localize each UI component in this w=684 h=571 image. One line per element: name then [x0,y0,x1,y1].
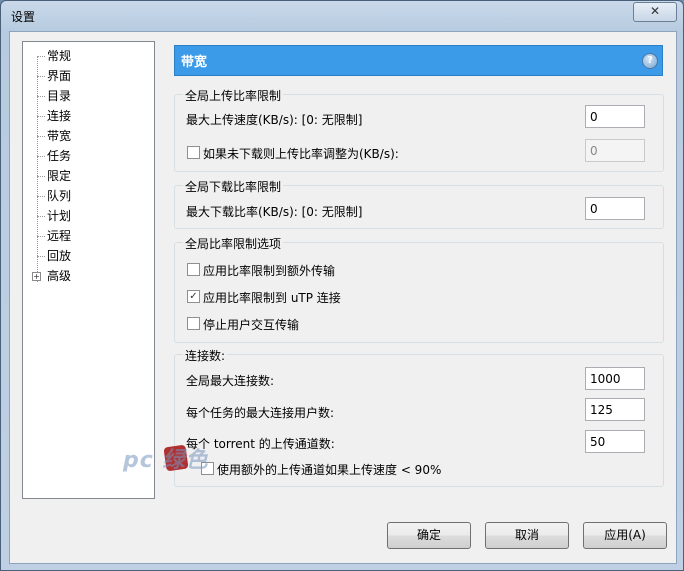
window-title: 设置 [11,10,36,24]
tree-item-playback[interactable]: 回放 [47,249,71,263]
tree-item-queue[interactable]: 队列 [47,189,71,203]
expand-icon[interactable]: + [32,272,41,281]
tree-branch [37,196,45,197]
tree-item-ui[interactable]: 界面 [47,69,71,83]
tree-branch [37,216,45,217]
tree-branch [37,256,45,257]
dialog-client: 常规 界面 目录 连接 带宽 任务 限定 队列 计划 远程 回放 + 高级 带宽… [9,31,677,564]
tree-item-remote[interactable]: 远程 [47,229,71,243]
per-task-label: 每个任务的最大连接用户数: [186,406,335,420]
extra-slots-label: 使用额外的上传通道如果上传速度 < 90% [217,463,442,477]
lan-checkbox[interactable] [187,317,200,330]
tree-branch [37,156,45,157]
title-bar[interactable]: 设置 ✕ [1,1,683,31]
upload-rate-group: 全局上传比率限制 最大上传速度(KB/s): [0: 无限制] 如果未下载则上传… [174,87,664,172]
max-download-input[interactable] [585,197,645,220]
settings-window: 设置 ✕ 常规 界面 目录 连接 带宽 任务 限定 队列 计划 远程 回放 + … [0,0,684,571]
tree-item-tasks[interactable]: 任务 [47,149,71,163]
max-upload-input[interactable] [585,105,645,128]
overhead-label: 应用比率限制到额外传输 [203,264,336,278]
global-max-input[interactable] [585,367,645,390]
per-task-input[interactable] [585,398,645,421]
help-icon[interactable]: ? [642,53,658,69]
cancel-button[interactable]: 取消 [485,522,569,549]
close-icon: ✕ [649,4,661,18]
tree-item-connection[interactable]: 连接 [47,109,71,123]
ok-button[interactable]: 确定 [387,522,471,549]
tree-item-limits[interactable]: 限定 [47,169,71,183]
apply-button[interactable]: 应用(A) [583,522,667,549]
auto-upload-checkbox[interactable] [187,146,200,159]
tree-branch [37,76,45,77]
max-download-label: 最大下载比率(KB/s): [0: 无限制] [186,205,363,219]
utp-label: 应用比率限制到 uTP 连接 [203,291,341,305]
overhead-checkbox[interactable] [187,263,200,276]
settings-category-tree[interactable]: 常规 界面 目录 连接 带宽 任务 限定 队列 计划 远程 回放 + 高级 [22,41,155,499]
utp-checkbox[interactable]: ✓ [187,290,200,303]
lan-label: 停止用户交互传输 [203,318,300,332]
tree-item-general[interactable]: 常规 [47,49,71,63]
section-title: 带宽 [181,55,208,70]
tree-item-scheduler[interactable]: 计划 [47,209,71,223]
rate-options-group: 全局比率限制选项 应用比率限制到额外传输 ✓ 应用比率限制到 uTP 连接 停止… [174,235,664,343]
tree-branch [37,136,45,137]
download-rate-group: 全局下载比率限制 最大下载比率(KB/s): [0: 无限制] [174,178,664,229]
tree-branch [37,116,45,117]
tree-branch [37,176,45,177]
group-legend: 全局下载比率限制 [183,178,284,195]
auto-upload-label: 如果未下载则上传比率调整为(KB/s): [203,147,399,161]
group-legend: 全局上传比率限制 [183,87,284,104]
connections-group: 连接数: 全局最大连接数: 每个任务的最大连接用户数: 每个 torrent 的… [174,347,664,487]
tree-item-directories[interactable]: 目录 [47,89,71,103]
tree-guide-line [37,56,38,282]
tree-branch [37,236,45,237]
tree-item-bandwidth[interactable]: 带宽 [47,129,71,143]
close-button[interactable]: ✕ [633,2,677,22]
group-legend: 全局比率限制选项 [183,235,284,252]
watermark-text: pc 绿色 [123,448,209,473]
tree-branch [37,96,45,97]
checkmark-icon: ✓ [189,291,198,302]
section-header: 带宽 ? [174,45,663,76]
global-max-label: 全局最大连接数: [186,374,275,388]
group-legend: 连接数: [183,347,228,364]
tree-branch [37,56,45,57]
max-upload-label: 最大上传速度(KB/s): [0: 无限制] [186,113,363,127]
upload-slots-input[interactable] [585,430,645,453]
tree-item-advanced[interactable]: 高级 [47,269,71,283]
auto-upload-input[interactable] [585,139,645,162]
